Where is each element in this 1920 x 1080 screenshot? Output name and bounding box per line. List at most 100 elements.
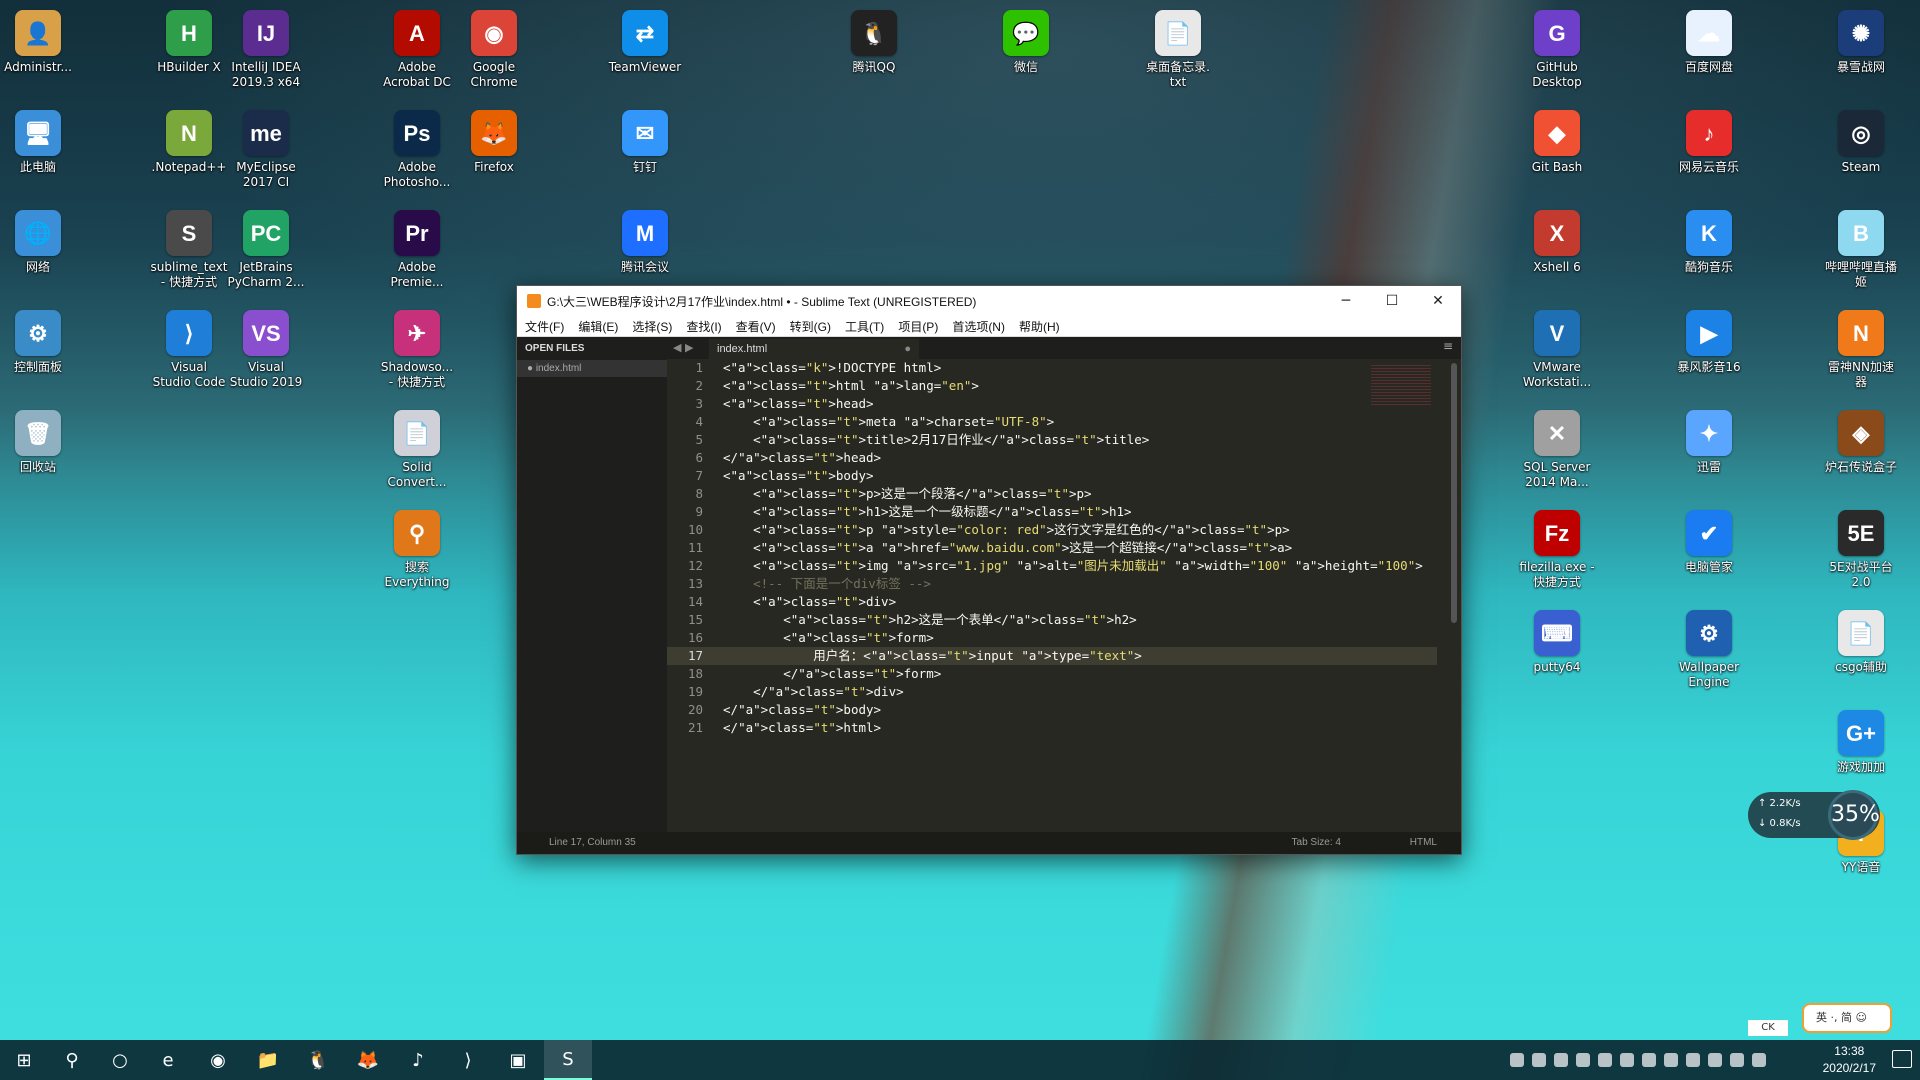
tray-icon[interactable]	[1554, 1053, 1568, 1067]
tray-icon[interactable]	[1532, 1053, 1546, 1067]
desktop-shortcut[interactable]: IJ IntelliJ IDEA 2019.3 x64	[222, 8, 310, 90]
code-line[interactable]: <"a">class="t">div>	[717, 593, 1437, 611]
menu-item[interactable]: 查看(V)	[736, 318, 776, 335]
tray-icon[interactable]	[1510, 1053, 1524, 1067]
tray-icon[interactable]	[1708, 1053, 1722, 1067]
desktop-shortcut[interactable]: Ssublime_text - 快捷方式	[145, 208, 233, 290]
clock[interactable]: 13:38 2020/2/17	[1823, 1043, 1876, 1077]
menu-item[interactable]: 首选项(N)	[952, 318, 1005, 335]
minimize-button[interactable]: ─	[1323, 286, 1369, 316]
desktop-shortcut[interactable]: G+ 游戏加加	[1817, 708, 1905, 775]
sidebar-file-index[interactable]: ● index.html	[517, 360, 667, 377]
ime-ck-indicator[interactable]: CK	[1748, 1020, 1788, 1036]
desktop-shortcut[interactable]: 🗑 回收站	[0, 408, 82, 475]
netease-music-taskbar-icon[interactable]: ♪	[394, 1040, 442, 1080]
control-panel-taskbar-icon[interactable]: ▣	[494, 1040, 542, 1080]
tab-menu-icon[interactable]: ≡	[1443, 339, 1453, 353]
desktop-shortcut[interactable]: ◆ Git Bash	[1513, 108, 1601, 175]
code-line[interactable]: <"a">class="t">h2>这是一个表单</"a">class="t">…	[717, 611, 1437, 629]
desktop-shortcut[interactable]: ⚙ 控制面板	[0, 308, 82, 375]
desktop-shortcut[interactable]: ☁ 百度网盘	[1665, 8, 1753, 75]
code-line[interactable]: <"a">class="t">body>	[717, 467, 1437, 485]
notification-center-icon[interactable]	[1892, 1050, 1912, 1068]
tray-icon[interactable]	[1642, 1053, 1656, 1067]
desktop-shortcut[interactable]: V VMware Workstati...	[1513, 308, 1601, 390]
tray-icon[interactable]	[1620, 1053, 1634, 1067]
title-bar[interactable]: G:\大三\WEB程序设计\2月17作业\index.html • - Subl…	[517, 286, 1461, 316]
desktop-shortcut[interactable]: 📄 csgo辅助	[1817, 608, 1905, 675]
desktop-shortcut[interactable]: M 腾讯会议	[601, 208, 689, 275]
desktop-shortcut[interactable]: ◉ Google Chrome	[450, 8, 538, 90]
desktop-shortcut[interactable]: Pr Adobe Premie...	[373, 208, 461, 290]
edge-icon[interactable]: e	[144, 1040, 192, 1080]
desktop-shortcut[interactable]: Fz filezilla.exe - 快捷方式	[1513, 508, 1601, 590]
code-line[interactable]: <"a">class="t">img "a">src="1.jpg" "a">a…	[717, 557, 1437, 575]
desktop-shortcut[interactable]: ✦ 迅雷	[1665, 408, 1753, 475]
desktop-shortcut[interactable]: 📄 桌面备忘录. txt	[1134, 8, 1222, 90]
desktop-shortcut[interactable]: ✉ 钉钉	[601, 108, 689, 175]
sublime-taskbar-icon[interactable]: S	[544, 1040, 592, 1080]
desktop-shortcut[interactable]: N 雷神NN加速 器	[1817, 308, 1905, 390]
tray-icon[interactable]	[1686, 1053, 1700, 1067]
network-speed-widget[interactable]: ↑ 2.2K/s ↓ 0.8K/s 35%	[1748, 790, 1880, 840]
code-line[interactable]: </"a">class="t">body>	[717, 701, 1437, 719]
desktop-shortcut[interactable]: G GitHub Desktop	[1513, 8, 1601, 90]
tray-icon[interactable]	[1730, 1053, 1744, 1067]
chrome-taskbar-icon[interactable]: ◉	[194, 1040, 242, 1080]
tab-nav-arrows[interactable]: ◀ ▶	[673, 341, 693, 354]
desktop-shortcut[interactable]: ⚲ 搜索 Everything	[373, 508, 461, 590]
code-line[interactable]: <"a">class="t">meta "a">charset="UTF-8">	[717, 413, 1437, 431]
menu-item[interactable]: 工具(T)	[845, 318, 884, 335]
desktop-shortcut[interactable]: ▶ 暴风影音16	[1665, 308, 1753, 375]
unsaved-dot-icon[interactable]: ●	[904, 339, 911, 359]
code-line[interactable]: <"a">class="k">!DOCTYPE html>	[717, 359, 1437, 377]
tray-icon[interactable]	[1598, 1053, 1612, 1067]
code-line[interactable]: <"a">class="t">html "a">lang="en">	[717, 377, 1437, 395]
desktop-shortcut[interactable]: X Xshell 6	[1513, 208, 1601, 275]
code-line[interactable]: <"a">class="t">h1>这是一个一级标题</"a">class="t…	[717, 503, 1437, 521]
menu-item[interactable]: 文件(F)	[525, 318, 564, 335]
code-line[interactable]: </"a">class="t">form>	[717, 665, 1437, 683]
menu-item[interactable]: 项目(P)	[898, 318, 938, 335]
desktop-shortcut[interactable]: 📄 Solid Convert...	[373, 408, 461, 490]
menu-item[interactable]: 编辑(E)	[578, 318, 618, 335]
tray-icon[interactable]	[1664, 1053, 1678, 1067]
task-view-icon[interactable]: ○	[96, 1040, 144, 1080]
file-explorer-icon[interactable]: 📁	[244, 1040, 292, 1080]
code-line[interactable]: 用户名：<"a">class="t">input "a">type="text"…	[717, 647, 1437, 665]
desktop-shortcut[interactable]: ⚙ Wallpaper Engine	[1665, 608, 1753, 690]
desktop-shortcut[interactable]: 🖥 此电脑	[0, 108, 82, 175]
code-editor[interactable]: 1 2 3 4 5 6 7 8 9 10 11 12 13 14 15 16 17 18 19 20 21 <"a">c…	[667, 359, 1461, 832]
desktop-shortcut[interactable]: A Adobe Acrobat DC	[373, 8, 461, 90]
desktop-shortcut[interactable]: 5E 5E对战平台 2.0	[1817, 508, 1905, 590]
menu-item[interactable]: 选择(S)	[632, 318, 672, 335]
desktop-shortcut[interactable]: 💬 微信	[982, 8, 1070, 75]
search-icon[interactable]: ⚲	[48, 1040, 96, 1080]
desktop-shortcut[interactable]: ♪ 网易云音乐	[1665, 108, 1753, 175]
desktop-shortcut[interactable]: VS Visual Studio 2019	[222, 308, 310, 390]
close-button[interactable]: ✕	[1415, 286, 1461, 316]
desktop-shortcut[interactable]: ◎ Steam	[1817, 108, 1905, 175]
code-line[interactable]: <!-- 下面是一个div标签 -->	[717, 575, 1437, 593]
maximize-button[interactable]: ☐	[1369, 286, 1415, 316]
desktop-shortcut[interactable]: ⇄ TeamViewer	[601, 8, 689, 75]
code-line[interactable]: <"a">class="t">form>	[717, 629, 1437, 647]
desktop-shortcut[interactable]: 🦊 Firefox	[450, 108, 538, 175]
minimap[interactable]	[1371, 365, 1431, 405]
ime-toolbar[interactable]: 英 ·, 简 ☺	[1802, 1003, 1892, 1033]
syntax-mode[interactable]: HTML	[1410, 832, 1437, 854]
code-line[interactable]: </"a">class="t">head>	[717, 449, 1437, 467]
code-line[interactable]: <"a">class="t">a "a">href="www.baidu.com…	[717, 539, 1437, 557]
menu-item[interactable]: 查找(I)	[686, 318, 721, 335]
menu-item[interactable]: 转到(G)	[790, 318, 831, 335]
vertical-scrollbar[interactable]	[1451, 363, 1457, 623]
desktop-shortcut[interactable]: ✔ 电脑管家	[1665, 508, 1753, 575]
desktop-shortcut[interactable]: ✈ Shadowso... - 快捷方式	[373, 308, 461, 390]
desktop-shortcut[interactable]: K 酷狗音乐	[1665, 208, 1753, 275]
desktop-shortcut[interactable]: ⟩ Visual Studio Code	[145, 308, 233, 390]
desktop-shortcut[interactable]: N .Notepad++	[145, 108, 233, 175]
desktop-shortcut[interactable]: ◈ 炉石传说盒子	[1817, 408, 1905, 475]
code-line[interactable]: <"a">class="t">title>2月17日作业</"a">class=…	[717, 431, 1437, 449]
start-button[interactable]: ⊞	[0, 1040, 48, 1080]
desktop-shortcut[interactable]: me MyEclipse 2017 CI	[222, 108, 310, 190]
